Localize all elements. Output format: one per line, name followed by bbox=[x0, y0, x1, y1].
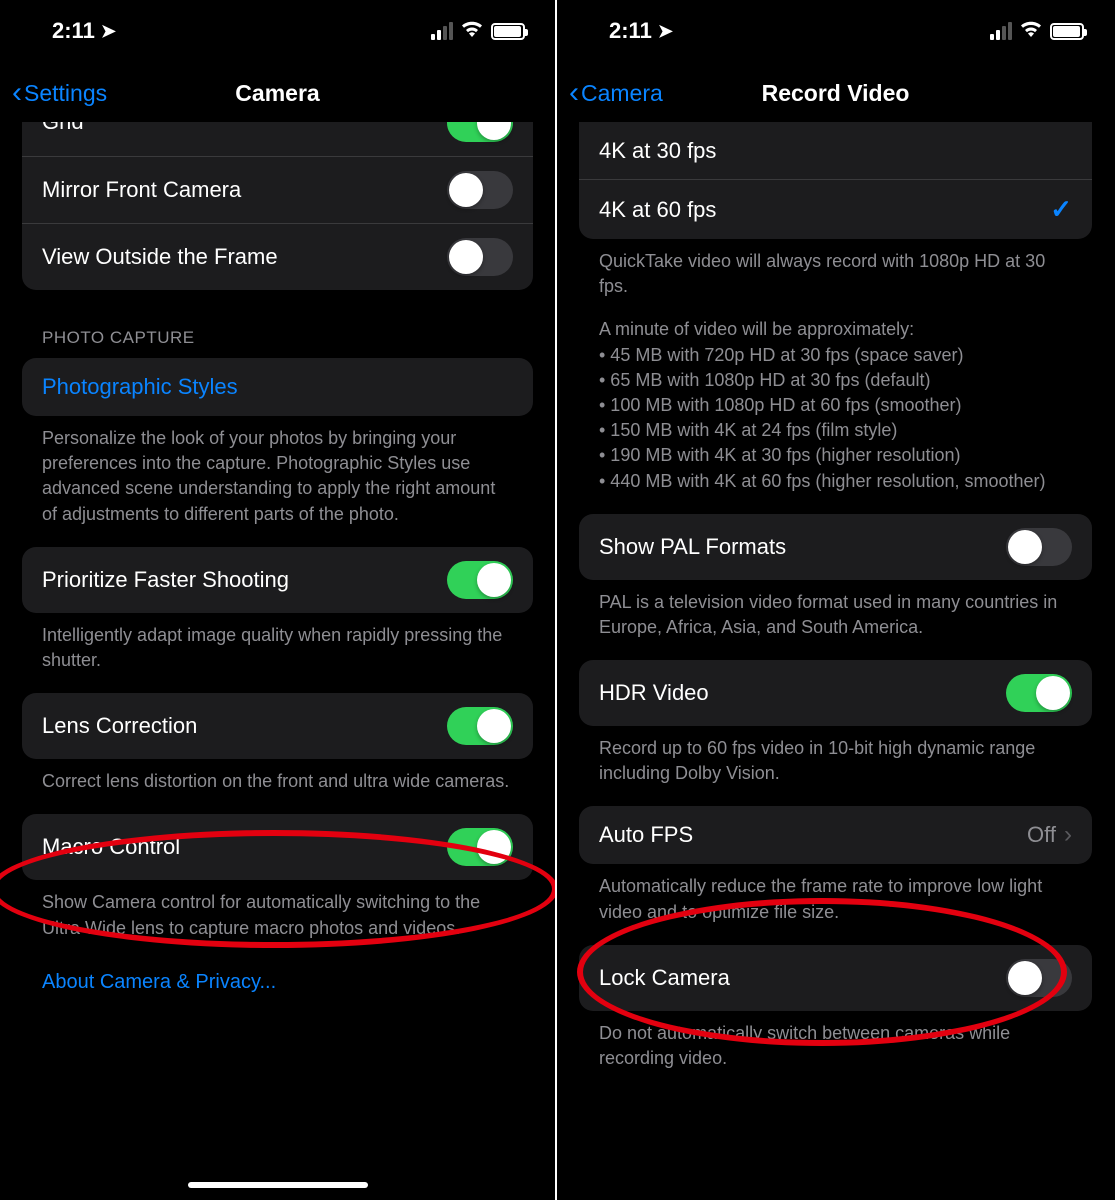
row-grid[interactable]: Grid bbox=[22, 122, 533, 157]
chevron-right-icon: › bbox=[1064, 821, 1072, 849]
group-photographic-styles: Photographic Styles bbox=[22, 358, 533, 416]
toggle-macro-control[interactable] bbox=[447, 828, 513, 866]
battery-icon bbox=[1050, 23, 1084, 40]
row-auto-fps[interactable]: Auto FPS Off › bbox=[579, 806, 1092, 864]
footer-quicktake: QuickTake video will always record with … bbox=[579, 239, 1092, 299]
row-prioritize-faster-shooting[interactable]: Prioritize Faster Shooting bbox=[22, 547, 533, 613]
toggle-lens-correction[interactable] bbox=[447, 707, 513, 745]
group-macro-control: Macro Control bbox=[22, 814, 533, 880]
cellular-signal-icon bbox=[431, 22, 453, 40]
row-label: 4K at 60 fps bbox=[599, 197, 716, 223]
chevron-left-icon: ‹ bbox=[12, 78, 22, 108]
battery-icon bbox=[491, 23, 525, 40]
row-label: HDR Video bbox=[599, 680, 709, 706]
footer-auto-fps: Automatically reduce the frame rate to i… bbox=[579, 864, 1092, 924]
toggle-hdr-video[interactable] bbox=[1006, 674, 1072, 712]
toggle-lock-camera[interactable] bbox=[1006, 959, 1072, 997]
nav-bar: ‹ Camera Record Video bbox=[557, 62, 1114, 124]
phone-right-record-video: 2:11 ➤ ‹ Camera Record Video 4K at 30 fp… bbox=[557, 0, 1114, 1200]
footer-hdr: Record up to 60 fps video in 10-bit high… bbox=[579, 726, 1092, 786]
minute-intro: A minute of video will be approximately: bbox=[599, 319, 914, 339]
row-label: Photographic Styles bbox=[42, 374, 238, 400]
group-resolution-options: 4K at 30 fps 4K at 60 fps ✓ bbox=[579, 122, 1092, 239]
back-button[interactable]: ‹ Camera bbox=[569, 78, 663, 108]
cellular-signal-icon bbox=[990, 22, 1012, 40]
toggle-grid[interactable] bbox=[447, 122, 513, 142]
back-label: Camera bbox=[581, 80, 663, 107]
toggle-mirror[interactable] bbox=[447, 171, 513, 209]
row-lock-camera[interactable]: Lock Camera bbox=[579, 945, 1092, 1011]
toggle-prioritize[interactable] bbox=[447, 561, 513, 599]
location-arrow-icon: ➤ bbox=[101, 21, 116, 42]
bullet-720p-30: • 45 MB with 720p HD at 30 fps (space sa… bbox=[599, 343, 1072, 368]
row-label: Lock Camera bbox=[599, 965, 730, 991]
page-title: Camera bbox=[235, 80, 319, 107]
chevron-left-icon: ‹ bbox=[569, 78, 579, 108]
status-bar: 2:11 ➤ bbox=[0, 0, 555, 62]
row-mirror-front-camera[interactable]: Mirror Front Camera bbox=[22, 157, 533, 224]
bullet-1080p-30: • 65 MB with 1080p HD at 30 fps (default… bbox=[599, 368, 1072, 393]
row-lens-correction[interactable]: Lens Correction bbox=[22, 693, 533, 759]
checkmark-icon: ✓ bbox=[1050, 194, 1072, 225]
row-label: Show PAL Formats bbox=[599, 534, 786, 560]
row-label: Auto FPS bbox=[599, 822, 693, 848]
bullet-1080p-60: • 100 MB with 1080p HD at 60 fps (smooth… bbox=[599, 393, 1072, 418]
wifi-icon bbox=[461, 20, 483, 43]
page-title: Record Video bbox=[762, 80, 910, 107]
group-composition: Grid Mirror Front Camera View Outside th… bbox=[22, 122, 533, 290]
section-header-photo-capture: PHOTO CAPTURE bbox=[22, 290, 533, 358]
home-indicator[interactable] bbox=[188, 1182, 368, 1188]
row-label: Mirror Front Camera bbox=[42, 177, 241, 203]
toggle-pal[interactable] bbox=[1006, 528, 1072, 566]
row-value: Off bbox=[1027, 822, 1056, 848]
footer-macro-control: Show Camera control for automatically sw… bbox=[22, 880, 533, 940]
about-camera-privacy-link[interactable]: About Camera & Privacy... bbox=[22, 941, 533, 1004]
nav-bar: ‹ Settings Camera bbox=[0, 62, 555, 124]
toggle-view-outside[interactable] bbox=[447, 238, 513, 276]
bullet-4k-30: • 190 MB with 4K at 30 fps (higher resol… bbox=[599, 443, 1072, 468]
location-arrow-icon: ➤ bbox=[658, 21, 673, 42]
footer-lens-correction: Correct lens distortion on the front and… bbox=[22, 759, 533, 794]
phone-left-camera-settings: 2:11 ➤ ‹ Settings Camera Grid Mirro bbox=[0, 0, 557, 1200]
status-bar: 2:11 ➤ bbox=[557, 0, 1114, 62]
row-label: Macro Control bbox=[42, 834, 180, 860]
group-hdr-video: HDR Video bbox=[579, 660, 1092, 726]
bullet-4k-24: • 150 MB with 4K at 24 fps (film style) bbox=[599, 418, 1072, 443]
group-auto-fps: Auto FPS Off › bbox=[579, 806, 1092, 864]
row-hdr-video[interactable]: HDR Video bbox=[579, 660, 1092, 726]
bullet-4k-60: • 440 MB with 4K at 60 fps (higher resol… bbox=[599, 469, 1072, 494]
status-time: 2:11 bbox=[609, 18, 652, 44]
group-lock-camera: Lock Camera bbox=[579, 945, 1092, 1011]
row-label: Prioritize Faster Shooting bbox=[42, 567, 289, 593]
row-4k-60fps[interactable]: 4K at 60 fps ✓ bbox=[579, 180, 1092, 239]
group-lens-correction: Lens Correction bbox=[22, 693, 533, 759]
footer-pal: PAL is a television video format used in… bbox=[579, 580, 1092, 640]
row-label: Lens Correction bbox=[42, 713, 197, 739]
wifi-icon bbox=[1020, 20, 1042, 43]
footer-photographic-styles: Personalize the look of your photos by b… bbox=[22, 416, 533, 527]
group-prioritize: Prioritize Faster Shooting bbox=[22, 547, 533, 613]
group-pal: Show PAL Formats bbox=[579, 514, 1092, 580]
row-label: 4K at 30 fps bbox=[599, 138, 716, 164]
row-view-outside-frame[interactable]: View Outside the Frame bbox=[22, 224, 533, 290]
row-photographic-styles[interactable]: Photographic Styles bbox=[22, 358, 533, 416]
row-label: View Outside the Frame bbox=[42, 244, 278, 270]
status-time: 2:11 bbox=[52, 18, 95, 44]
back-label: Settings bbox=[24, 80, 107, 107]
footer-prioritize: Intelligently adapt image quality when r… bbox=[22, 613, 533, 673]
row-4k-30fps[interactable]: 4K at 30 fps bbox=[579, 122, 1092, 180]
footer-storage-estimate: A minute of video will be approximately:… bbox=[579, 299, 1092, 493]
row-show-pal-formats[interactable]: Show PAL Formats bbox=[579, 514, 1092, 580]
back-button[interactable]: ‹ Settings bbox=[12, 78, 107, 108]
row-macro-control[interactable]: Macro Control bbox=[22, 814, 533, 880]
footer-lock-camera: Do not automatically switch between came… bbox=[579, 1011, 1092, 1071]
